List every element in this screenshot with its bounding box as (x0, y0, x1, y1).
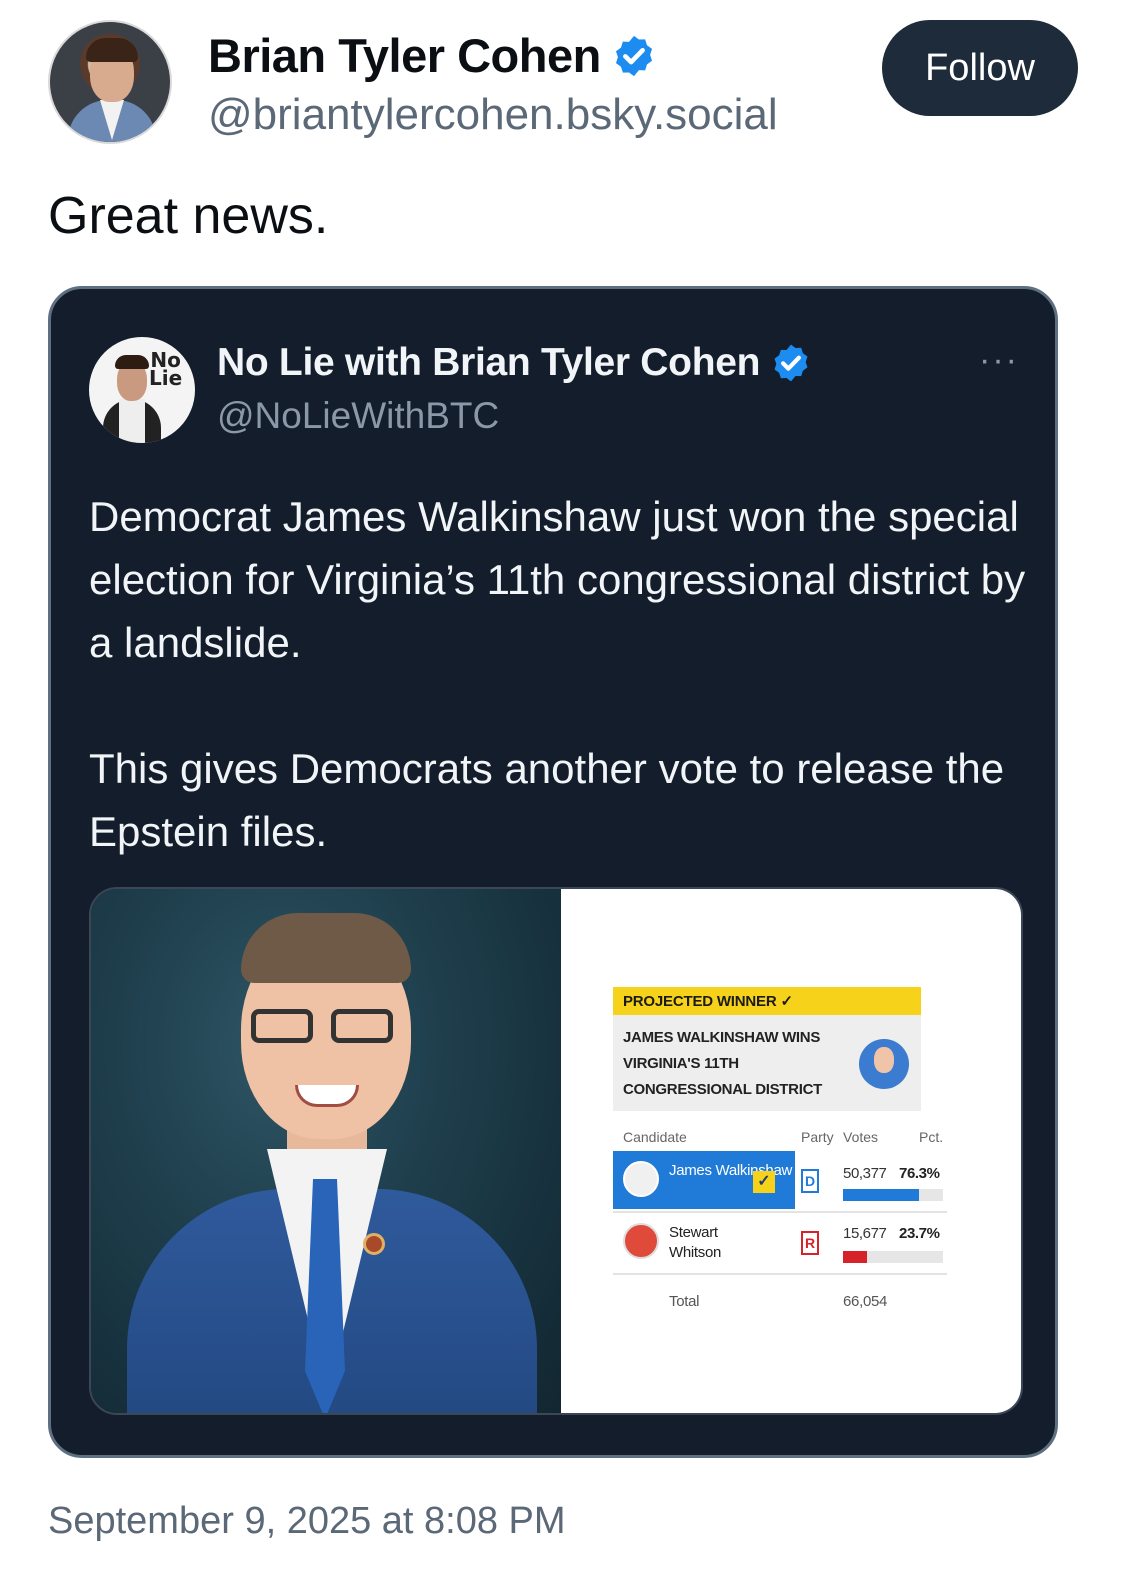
candidate-pct: 23.7% (899, 1225, 940, 1242)
vote-bar (843, 1251, 867, 1263)
verified-badge-icon (774, 344, 808, 382)
candidate-pct: 76.3% (899, 1165, 940, 1182)
candidate-avatar (623, 1161, 659, 1197)
quoted-author-name[interactable]: No Lie with Brian Tyler Cohen (217, 341, 760, 385)
vote-bar-track (843, 1251, 943, 1263)
election-results-graphic: PROJECTED WINNER ✓ JAMES WALKINSHAW WINS… (561, 889, 1021, 1413)
results-headline: JAMES WALKINSHAW WINS VIRGINIA'S 11TH CO… (623, 1029, 822, 1098)
results-headline-box: JAMES WALKINSHAW WINS VIRGINIA'S 11TH CO… (613, 1015, 921, 1111)
post-text: Great news. (48, 187, 329, 245)
quoted-author-avatar[interactable]: No Lie (89, 337, 195, 443)
author-name[interactable]: Brian Tyler Cohen (208, 28, 601, 83)
vote-bar (843, 1189, 920, 1201)
quoted-post-text: Democrat James Walkinshaw just won the s… (89, 485, 1029, 926)
post-timestamp[interactable]: September 9, 2025 at 8:08 PM (48, 1500, 566, 1543)
author-name-row: Brian Tyler Cohen (208, 28, 657, 83)
vote-bar-track (843, 1189, 943, 1201)
candidate-votes: 15,677 (843, 1225, 887, 1242)
avatar-logo: No Lie (149, 348, 183, 390)
party-badge: R (801, 1231, 819, 1255)
header-party: Party (801, 1129, 834, 1145)
party-badge: D (801, 1169, 819, 1193)
row-divider (613, 1273, 947, 1275)
more-options-icon[interactable]: ··· (979, 341, 1019, 380)
quoted-author-handle[interactable]: @NoLieWithBTC (217, 395, 499, 437)
author-handle[interactable]: @briantylercohen.bsky.social (208, 90, 778, 140)
quoted-media-image[interactable]: PROJECTED WINNER ✓ JAMES WALKINSHAW WINS… (89, 887, 1023, 1415)
post-header: Brian Tyler Cohen @briantylercohen.bsky.… (48, 20, 1078, 150)
author-avatar[interactable] (48, 20, 172, 144)
winner-check-icon: ✓ (753, 1171, 775, 1193)
quoted-paragraph-1: Democrat James Walkinshaw just won the s… (89, 493, 1026, 666)
candidate-avatar (623, 1223, 659, 1259)
follow-button[interactable]: Follow (882, 20, 1078, 116)
quoted-post-card[interactable]: No Lie No Lie with Brian Tyler Cohen @NoL… (48, 286, 1058, 1458)
header-pct: Pct. (919, 1129, 944, 1145)
quoted-paragraph-2: This gives Democrats another vote to rel… (89, 745, 1005, 855)
total-votes: 66,054 (843, 1293, 888, 1310)
candidate-votes: 50,377 (843, 1165, 887, 1182)
quoted-author-name-row: No Lie with Brian Tyler Cohen (217, 341, 812, 385)
projected-winner-banner: PROJECTED WINNER ✓ (613, 987, 921, 1015)
total-label: Total (669, 1293, 700, 1310)
candidate-name: Stewart Whitson (669, 1224, 722, 1261)
verified-badge-icon (615, 35, 652, 76)
header-candidate: Candidate (623, 1129, 687, 1145)
header-votes: Votes (843, 1129, 879, 1145)
row-divider (613, 1211, 947, 1213)
result-row-winner: James Walkinshaw ✓ (613, 1151, 795, 1209)
candidate-portrait (91, 889, 561, 1413)
winner-avatar (859, 1039, 909, 1089)
